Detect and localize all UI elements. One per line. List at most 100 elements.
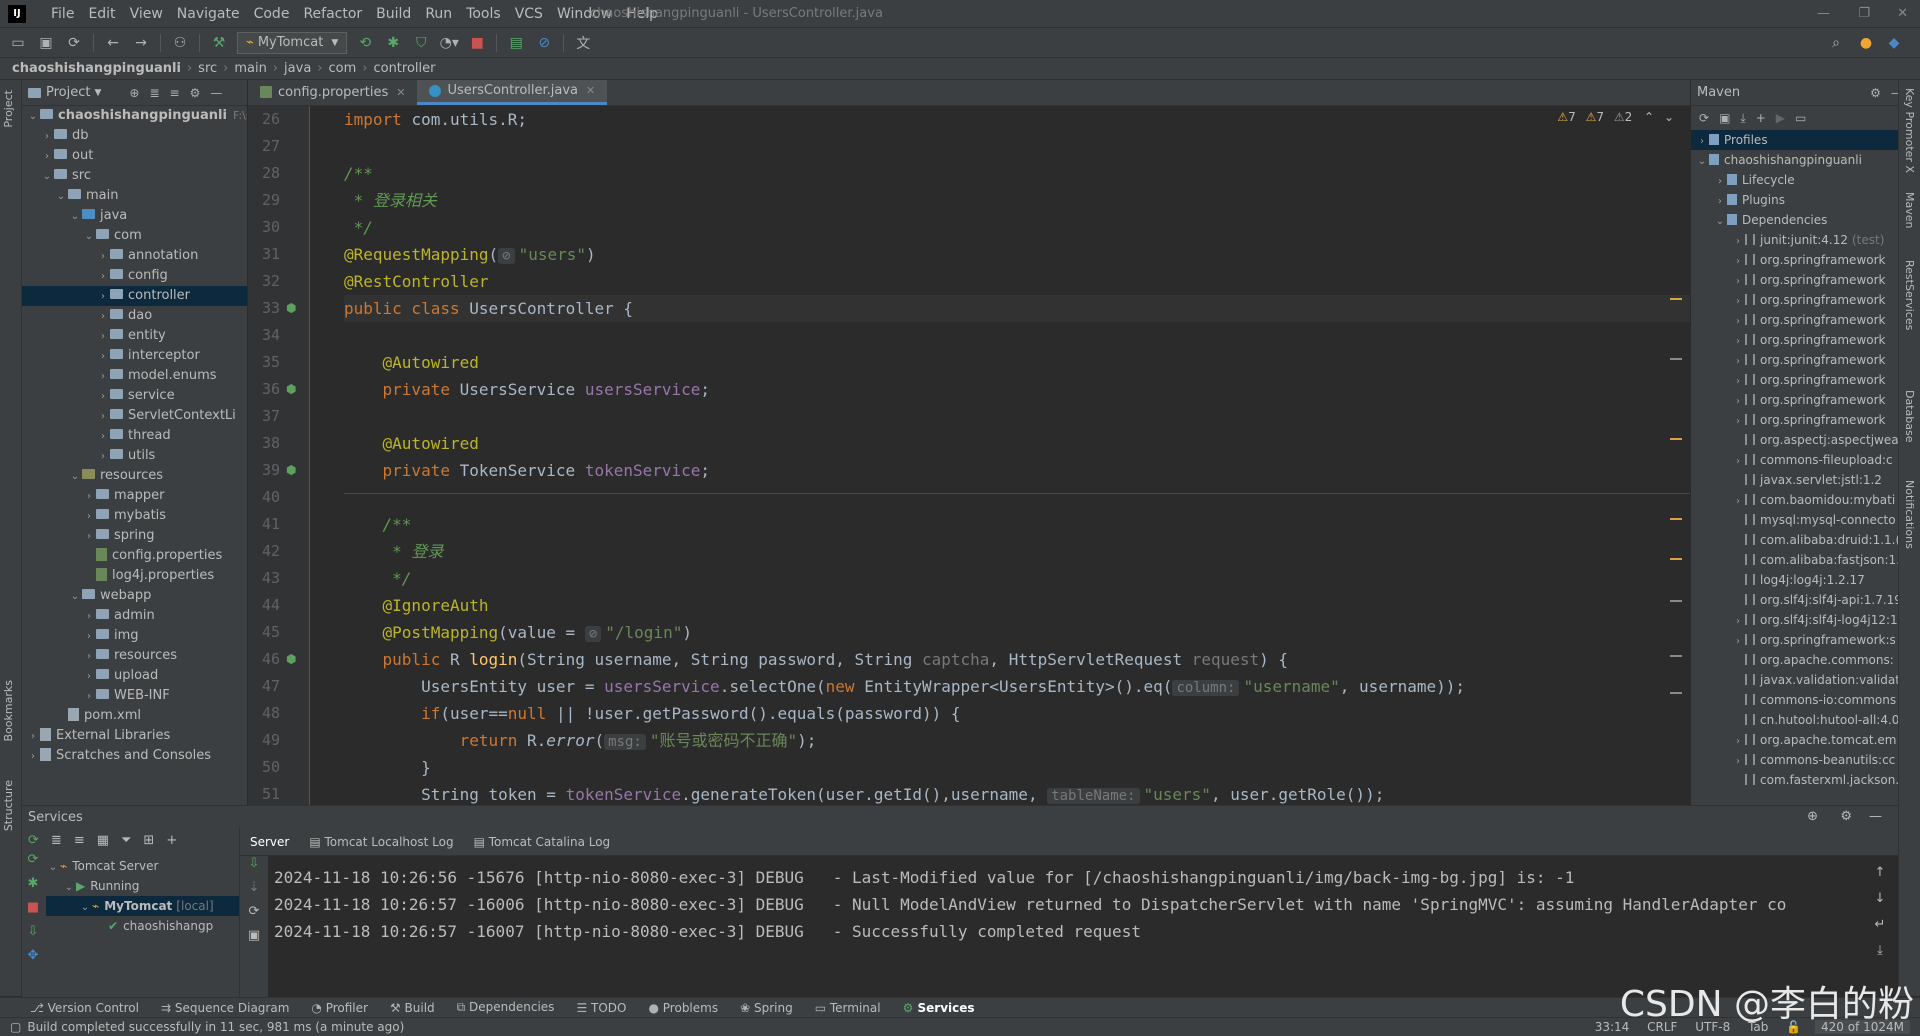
chevron-right-icon[interactable]: › <box>26 727 40 747</box>
locate-icon[interactable]: ⊕ <box>129 86 139 100</box>
tool-tab-dependencies[interactable]: ⧉ Dependencies <box>457 1000 555 1015</box>
add-service-icon[interactable]: ⊕ <box>1807 809 1818 824</box>
plus-icon[interactable]: + <box>1756 111 1766 125</box>
chevron-down-icon[interactable]: ⌄ <box>68 207 82 227</box>
stop-icon[interactable]: ■ <box>465 32 489 54</box>
tree-item[interactable]: ⌄ resources <box>22 466 247 486</box>
maven-tree-item[interactable]: com.alibaba:druid:1.1.( <box>1691 530 1898 550</box>
tool-tab-maven[interactable]: Maven <box>1903 192 1916 228</box>
chevron-right-icon[interactable]: › <box>82 607 96 627</box>
arrow-down-icon[interactable]: ↓ <box>1870 886 1890 912</box>
chevron-right-icon[interactable]: › <box>1731 332 1745 352</box>
tree-item[interactable]: › ServletContextLi <box>22 406 247 426</box>
maven-tree-item[interactable]: org.slf4j:slf4j-api:1.7.19 <box>1691 590 1898 610</box>
chevron-right-icon[interactable]: › <box>40 127 54 147</box>
chevron-right-icon[interactable]: › <box>82 647 96 667</box>
maven-tree-item[interactable]: cn.hutool:hutool-all:4.0 <box>1691 710 1898 730</box>
tree-item[interactable]: pom.xml <box>22 706 247 726</box>
chevron-right-icon[interactable]: › <box>82 667 96 687</box>
collapse-all-icon[interactable]: ≡ <box>170 86 180 100</box>
search-icon[interactable]: ⌕ <box>1824 32 1848 54</box>
chevron-right-icon[interactable]: › <box>96 387 110 407</box>
chevron-right-icon[interactable]: › <box>1731 612 1745 632</box>
chevron-right-icon[interactable]: › <box>96 287 110 307</box>
deploy-icon[interactable]: ⇩ <box>22 924 44 948</box>
tree-item[interactable]: › config <box>22 266 247 286</box>
status-message[interactable]: Build completed successfully in 11 sec, … <box>27 1020 404 1034</box>
bean-gutter-icon[interactable]: ⬢ <box>286 301 296 315</box>
filter-icon[interactable]: ⏷ <box>121 833 131 848</box>
tool-tab-build[interactable]: ⚒ Build <box>390 1001 435 1015</box>
tree-item[interactable]: ⌄ src <box>22 166 247 186</box>
gear-icon[interactable]: ⚙ <box>190 86 201 100</box>
tree-item[interactable]: › thread <box>22 426 247 446</box>
project-panel-title[interactable]: Project <box>46 85 90 100</box>
chevron-right-icon[interactable]: › <box>1731 352 1745 372</box>
tool-tab-bookmarks[interactable]: Bookmarks <box>2 680 15 741</box>
menu-item-run[interactable]: Run <box>418 6 459 22</box>
hide-icon[interactable]: — <box>210 86 222 100</box>
bean-gutter-icon[interactable]: ⬢ <box>286 463 296 477</box>
chevron-right-icon[interactable]: › <box>96 447 110 467</box>
arrow-up-icon[interactable]: ↑ <box>1870 860 1890 886</box>
maven-tree-item[interactable]: › com.baomidou:mybati <box>1691 490 1898 510</box>
maven-tree-item[interactable]: › Lifecycle <box>1691 170 1898 190</box>
tree-item[interactable]: › controller <box>22 286 247 306</box>
artifact-icon[interactable]: ✥ <box>22 948 44 972</box>
chevron-down-icon[interactable]: ⌄ <box>26 107 40 127</box>
tree-item[interactable]: › spring <box>22 526 247 546</box>
expand-all-icon[interactable]: ≣ <box>149 86 159 100</box>
tree-item[interactable]: › upload <box>22 666 247 686</box>
add-folder-icon[interactable]: ▣ <box>1719 111 1730 125</box>
chevron-right-icon[interactable]: › <box>96 367 110 387</box>
maven-tree-item[interactable]: ⌄ Dependencies <box>1691 210 1898 230</box>
bean-gutter-icon[interactable]: ⬢ <box>286 652 296 666</box>
rerun-icon[interactable]: ⟲ <box>353 32 377 54</box>
tree-item[interactable]: › mybatis <box>22 506 247 526</box>
menu-item-refactor[interactable]: Refactor <box>296 6 369 22</box>
tool-tab-restservices[interactable]: RestServices <box>1903 260 1916 330</box>
hide-icon[interactable]: — <box>1869 809 1882 824</box>
close-icon[interactable]: ✕ <box>1897 6 1908 21</box>
tree-item[interactable]: › img <box>22 626 247 646</box>
chevron-up-icon[interactable]: ⌃ <box>1644 110 1654 124</box>
tree-item[interactable]: › mapper <box>22 486 247 506</box>
expand-all-icon[interactable]: ≣ <box>51 833 62 848</box>
menu-item-build[interactable]: Build <box>369 6 418 22</box>
refresh-icon[interactable]: ⟳ <box>240 904 268 928</box>
chevron-down-icon[interactable]: ⌄ <box>1713 212 1727 232</box>
chevron-down-icon[interactable]: ▼ <box>94 88 101 98</box>
chevron-down-icon[interactable]: ⌄ <box>46 858 60 878</box>
close-icon[interactable]: ✕ <box>396 86 405 99</box>
tree-item[interactable]: ⌄ java <box>22 206 247 226</box>
maven-tree-item[interactable]: › commons-beanutils:cc <box>1691 750 1898 770</box>
gear-icon[interactable]: ⚙ <box>1870 86 1881 100</box>
maven-tree-item[interactable]: mysql:mysql-connecto <box>1691 510 1898 530</box>
tree-item[interactable]: › interceptor <box>22 346 247 366</box>
chevron-right-icon[interactable]: › <box>1731 412 1745 432</box>
run-icon[interactable]: ▶ <box>1776 111 1785 125</box>
tree-item[interactable]: › resources <box>22 646 247 666</box>
chevron-right-icon[interactable]: › <box>1731 452 1745 472</box>
vcs-user-icon[interactable]: ⚇ <box>168 32 192 54</box>
maven-tree-item[interactable]: › commons-fileupload:c <box>1691 450 1898 470</box>
chevron-right-icon[interactable]: › <box>1731 372 1745 392</box>
update-icon[interactable]: ⇣ <box>240 880 268 904</box>
menu-item-navigate[interactable]: Navigate <box>170 6 247 22</box>
refresh-icon[interactable]: ⟳ <box>28 833 39 848</box>
tool-tab-todo[interactable]: ☰ TODO <box>576 1001 626 1015</box>
open-browser-icon[interactable]: ▣ <box>240 928 268 952</box>
chevron-right-icon[interactable]: › <box>1731 752 1745 772</box>
chevron-down-icon[interactable]: ⌄ <box>68 467 82 487</box>
maven-tree-item[interactable]: › Profiles <box>1691 130 1898 150</box>
bean-gutter-icon[interactable]: ⬢ <box>286 382 296 396</box>
translate-icon[interactable]: 文 <box>571 32 595 54</box>
service-tree-item[interactable]: ⌄ ▶ Running <box>46 876 239 896</box>
breadcrumb-item[interactable]: controller <box>373 61 435 76</box>
open-folder-icon[interactable]: ▭ <box>6 32 30 54</box>
update-icon[interactable]: ● <box>1854 32 1878 54</box>
tool-tab-services[interactable]: ⚙ Services <box>903 1001 975 1015</box>
maven-tree-item[interactable]: javax.validation:validati <box>1691 670 1898 690</box>
debug-icon[interactable]: ✱ <box>22 876 44 900</box>
maven-tree-item[interactable]: › org.springframework <box>1691 290 1898 310</box>
